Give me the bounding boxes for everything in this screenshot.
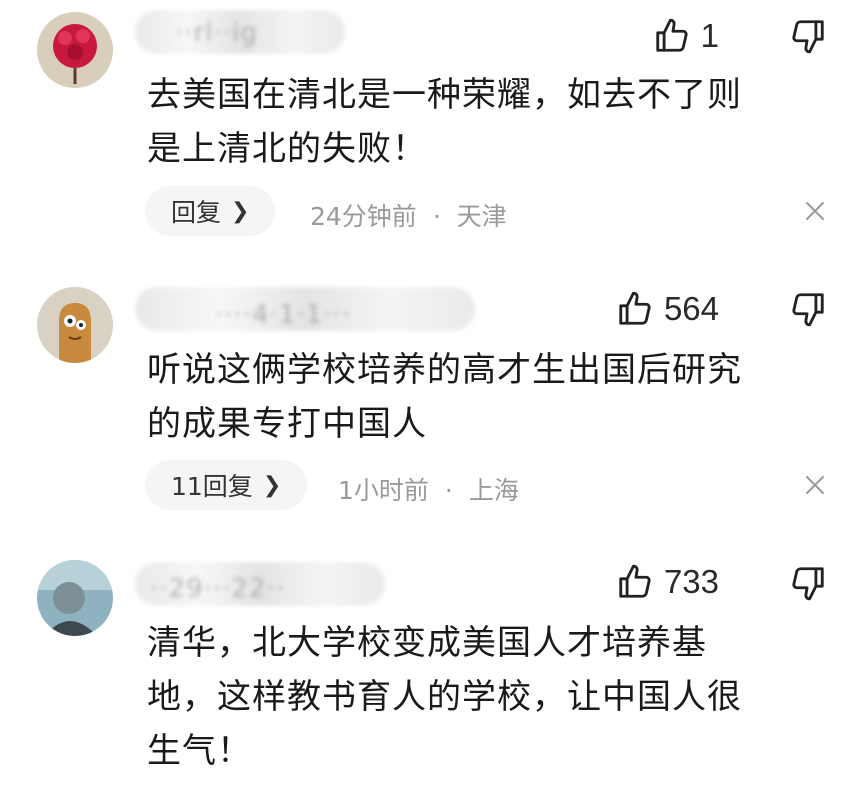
- comment-line: 地，这样教书育人的学校，让中国人很: [147, 677, 742, 717]
- like-count: 733: [663, 563, 719, 600]
- comment-line: 生气！: [147, 731, 252, 771]
- avatar-image-photo: [37, 560, 113, 636]
- username: ··29···22··: [150, 574, 286, 604]
- avatar[interactable]: [37, 560, 113, 636]
- comment-3: ··29···22·· 733 清华，北大学校变成美国人才培养基 地，这样教书育…: [0, 0, 867, 795]
- thumbs-down-icon[interactable]: [789, 564, 827, 602]
- comment-text: 清华，北大学校变成美国人才培养基 地，这样教书育人的学校，让中国人很 生气！: [147, 616, 817, 778]
- comment-line: 清华，北大学校变成美国人才培养基: [147, 623, 707, 663]
- thumbs-up-icon: [619, 564, 651, 598]
- like-button[interactable]: 733: [616, 562, 719, 602]
